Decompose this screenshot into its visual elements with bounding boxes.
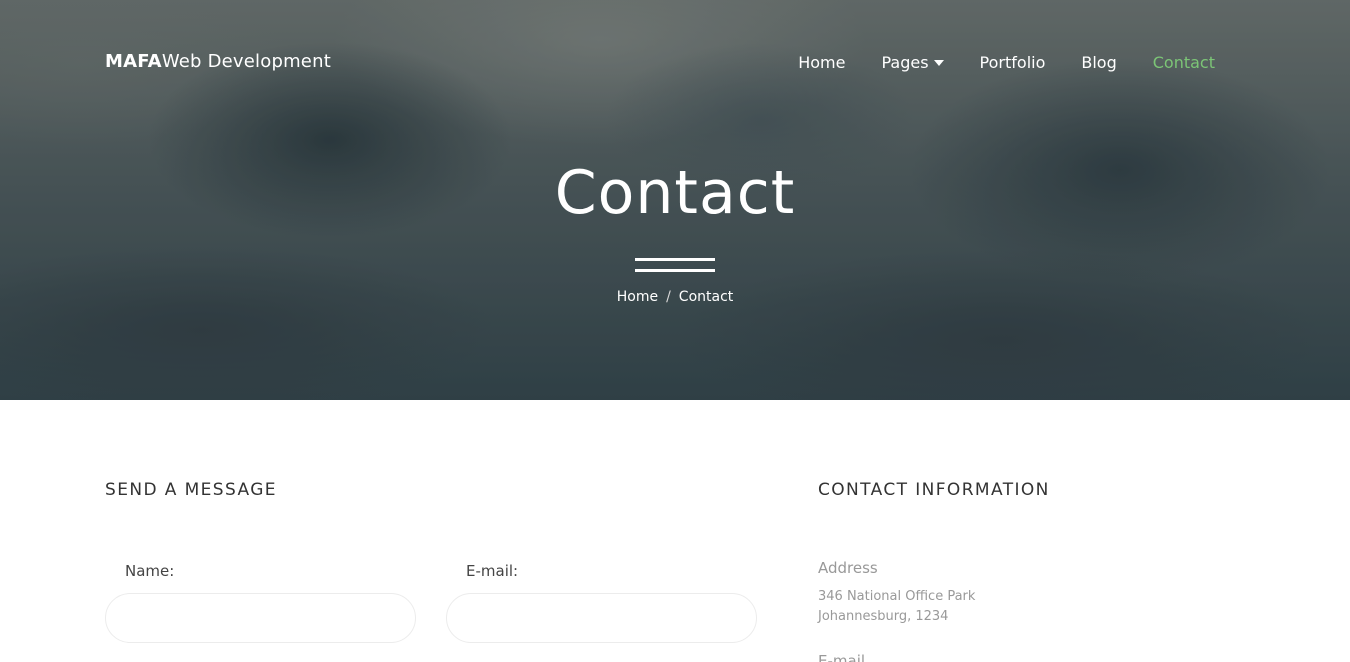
nav-item-label: Portfolio bbox=[979, 53, 1046, 72]
nav-item-label: Contact bbox=[1152, 53, 1215, 72]
address-line-2: Johannesburg, 1234 bbox=[818, 609, 949, 624]
brand-rest: Web Development bbox=[161, 51, 331, 72]
nav-item-label: Pages bbox=[881, 53, 929, 72]
breadcrumb-current: Contact bbox=[678, 289, 734, 305]
page-title: Contact bbox=[554, 158, 796, 228]
address-line-1: 346 National Office Park bbox=[818, 589, 976, 604]
nav-item-contact[interactable]: Contact bbox=[1153, 53, 1215, 72]
email-info-label: E-mail bbox=[818, 652, 866, 662]
nav-item-home[interactable]: Home bbox=[798, 53, 845, 72]
nav-item-label: Blog bbox=[1081, 53, 1117, 72]
nav-item-pages[interactable]: Pages bbox=[881, 53, 944, 72]
name-label: Name: bbox=[125, 562, 175, 580]
hero-banner: MAFAWeb Development Home Pages Portfolio… bbox=[0, 0, 1350, 400]
nav-item-blog[interactable]: Blog bbox=[1081, 53, 1116, 72]
brand-bold: MAFA bbox=[105, 51, 162, 72]
nav-item-label: Home bbox=[798, 53, 846, 72]
brand-logo[interactable]: MAFAWeb Development bbox=[105, 51, 331, 72]
breadcrumb: Home / Contact bbox=[0, 289, 1350, 305]
email-input[interactable] bbox=[446, 593, 757, 643]
contact-section: SEND A MESSAGE CONTACT INFORMATION Name:… bbox=[0, 400, 1350, 662]
breadcrumb-separator: / bbox=[666, 289, 671, 305]
email-label: E-mail: bbox=[466, 562, 519, 580]
nav-menu: Home Pages Portfolio Blog Contact bbox=[762, 53, 1215, 72]
name-input[interactable] bbox=[105, 593, 416, 643]
caret-down-icon bbox=[933, 60, 944, 66]
contact-info-heading: CONTACT INFORMATION bbox=[818, 480, 1050, 500]
title-divider bbox=[635, 258, 715, 272]
navbar: MAFAWeb Development Home Pages Portfolio… bbox=[0, 0, 1350, 126]
breadcrumb-home-link[interactable]: Home bbox=[617, 289, 658, 305]
nav-item-portfolio[interactable]: Portfolio bbox=[980, 53, 1046, 72]
address-label: Address bbox=[818, 559, 878, 577]
send-message-heading: SEND A MESSAGE bbox=[105, 480, 277, 500]
